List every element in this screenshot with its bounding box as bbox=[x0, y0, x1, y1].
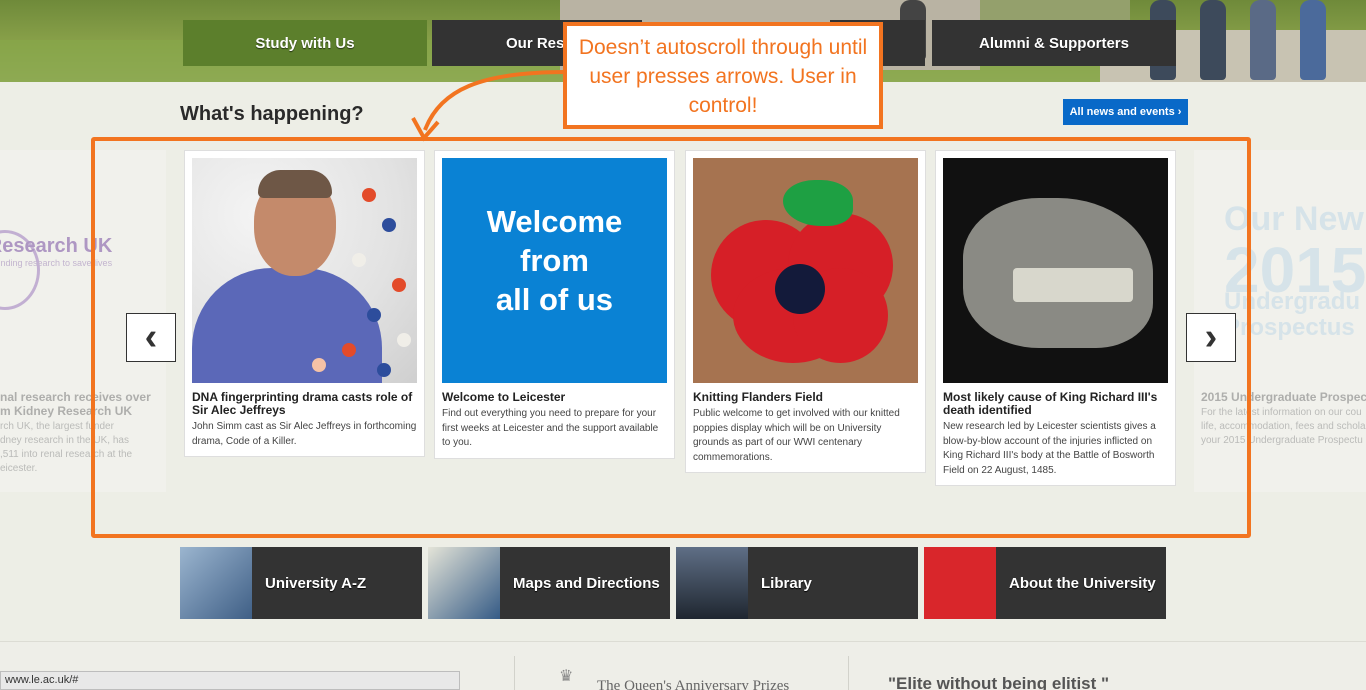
quick-link-label: University A-Z bbox=[265, 574, 367, 592]
quick-link-about-university[interactable]: About the University bbox=[924, 547, 1166, 619]
browser-status-url: www.le.ac.uk/# bbox=[0, 671, 460, 690]
quick-link-label: Maps and Directions bbox=[513, 574, 660, 592]
quick-link-university-az[interactable]: University A-Z bbox=[180, 547, 422, 619]
library-thumbnail bbox=[676, 547, 748, 619]
quick-link-label: Library bbox=[761, 574, 812, 592]
quick-link-library[interactable]: Library bbox=[676, 547, 918, 619]
annotation-callout: Doesn’t autoscroll through until user pr… bbox=[563, 22, 883, 129]
queens-prize-text: The Queen's Anniversary Prizes bbox=[597, 678, 790, 690]
flag-thumbnail bbox=[924, 547, 996, 619]
quick-link-maps-directions[interactable]: Maps and Directions bbox=[428, 547, 670, 619]
footer-quote: "Elite without being elitist " bbox=[888, 674, 1110, 690]
quick-link-label: About the University bbox=[1009, 574, 1156, 592]
footer-divider bbox=[514, 656, 515, 690]
map-thumbnail bbox=[428, 547, 500, 619]
crown-icon: ♛ bbox=[559, 668, 574, 685]
university-az-thumbnail bbox=[180, 547, 252, 619]
footer-divider bbox=[848, 656, 849, 690]
